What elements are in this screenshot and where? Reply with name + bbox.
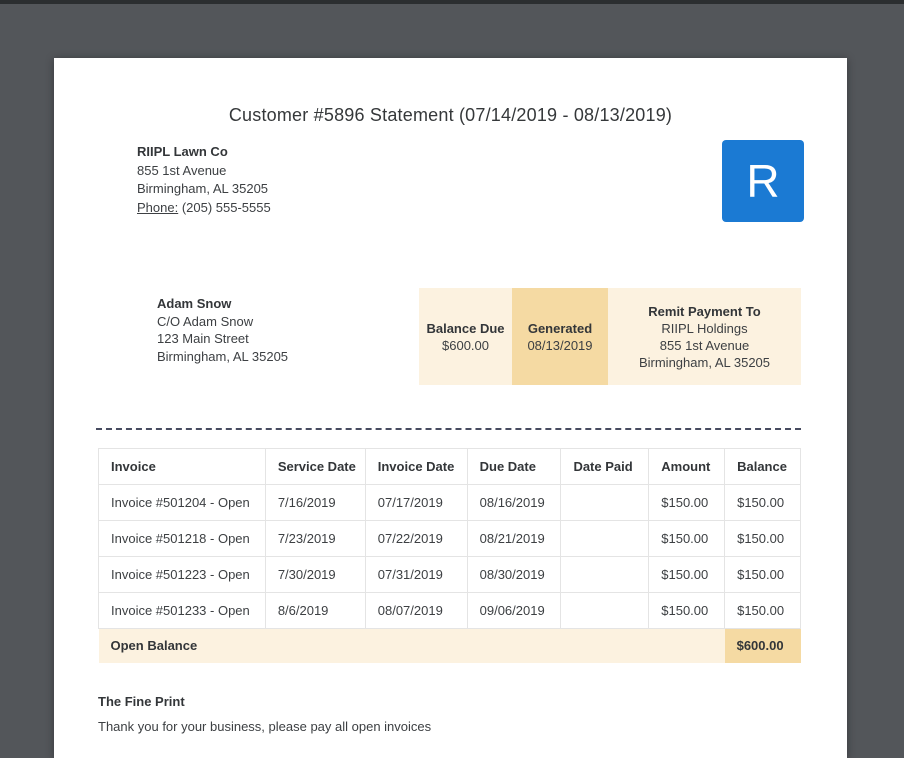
- open-balance-label: Open Balance: [98, 628, 725, 663]
- cell-invoice: Invoice #501223 - Open: [98, 556, 266, 593]
- cell-service-date: 7/23/2019: [264, 520, 366, 557]
- table-row: Invoice #501204 - Open 7/16/2019 07/17/2…: [98, 484, 801, 521]
- statement-page: Customer #5896 Statement (07/14/2019 - 0…: [54, 58, 847, 758]
- cell-balance: $150.00: [724, 556, 801, 593]
- company-phone-line: Phone: (205) 555-5555: [137, 199, 271, 218]
- open-balance-total: $600.00: [724, 628, 801, 663]
- cell-date-paid: [560, 520, 650, 557]
- cell-due-date: 08/16/2019: [466, 484, 562, 521]
- remit-payment-box: Remit Payment To RIIPL Holdings 855 1st …: [608, 288, 801, 385]
- cell-date-paid: [560, 484, 650, 521]
- column-header-balance: Balance: [724, 448, 801, 485]
- cell-invoice-date: 08/07/2019: [364, 592, 468, 629]
- cell-invoice-date: 07/22/2019: [364, 520, 468, 557]
- customer-care-of: C/O Adam Snow: [157, 313, 254, 329]
- cell-amount: $150.00: [648, 592, 726, 629]
- customer-address-block: Adam Snow C/O Adam Snow 123 Main Street …: [157, 295, 288, 365]
- company-address-line1: 855 1st Avenue: [137, 162, 227, 178]
- cell-amount: $150.00: [648, 556, 726, 593]
- balance-due-label: Balance Due: [426, 320, 505, 336]
- column-header-date-paid: Date Paid: [560, 448, 650, 485]
- generated-box: Generated 08/13/2019: [512, 288, 608, 385]
- balance-due-value: $600.00: [442, 337, 489, 353]
- cell-invoice: Invoice #501218 - Open: [98, 520, 266, 557]
- cell-balance: $150.00: [724, 484, 801, 521]
- cell-invoice-date: 07/17/2019: [364, 484, 468, 521]
- table-row: Invoice #501233 - Open 8/6/2019 08/07/20…: [98, 592, 801, 629]
- column-header-due-date: Due Date: [466, 448, 562, 485]
- remit-address-line2: Birmingham, AL 35205: [638, 354, 771, 370]
- cell-balance: $150.00: [724, 592, 801, 629]
- company-address-block: RIIPL Lawn Co 855 1st Avenue Birmingham,…: [137, 143, 271, 217]
- remit-label: Remit Payment To: [648, 303, 761, 319]
- remit-name: RIIPL Holdings: [661, 320, 748, 336]
- cell-invoice: Invoice #501233 - Open: [98, 592, 266, 629]
- cell-due-date: 08/30/2019: [466, 556, 562, 593]
- fine-print-text: Thank you for your business, please pay …: [98, 719, 432, 734]
- window-top-edge: [0, 0, 904, 4]
- column-header-invoice: Invoice: [98, 448, 266, 485]
- generated-label: Generated: [527, 320, 593, 336]
- company-address-line2: Birmingham, AL 35205: [137, 181, 269, 196]
- invoice-table: Invoice Service Date Invoice Date Due Da…: [98, 448, 801, 663]
- column-header-invoice-date: Invoice Date: [364, 448, 468, 485]
- page-title: Customer #5896 Statement (07/14/2019 - 0…: [228, 105, 673, 125]
- logo-letter-r: R: [746, 155, 780, 207]
- customer-name: Adam Snow: [157, 296, 232, 311]
- statement-summary: Balance Due $600.00 Generated 08/13/2019…: [419, 288, 801, 385]
- fine-print-heading: The Fine Print: [98, 694, 185, 709]
- phone-label: Phone:: [137, 199, 179, 215]
- open-balance-row: Open Balance $600.00: [98, 628, 801, 663]
- cell-due-date: 08/21/2019: [466, 520, 562, 557]
- cell-amount: $150.00: [648, 484, 726, 521]
- generated-date: 08/13/2019: [527, 337, 593, 353]
- cell-service-date: 7/16/2019: [264, 484, 366, 521]
- customer-address-line2: Birmingham, AL 35205: [157, 348, 289, 364]
- cell-invoice-date: 07/31/2019: [364, 556, 468, 593]
- column-header-service-date: Service Date: [264, 448, 366, 485]
- company-name: RIIPL Lawn Co: [137, 144, 228, 159]
- balance-due-box: Balance Due $600.00: [419, 288, 512, 385]
- cell-service-date: 8/6/2019: [264, 592, 366, 629]
- cell-balance: $150.00: [724, 520, 801, 557]
- cell-date-paid: [560, 592, 650, 629]
- customer-address-line1: 123 Main Street: [157, 331, 249, 346]
- column-header-amount: Amount: [648, 448, 726, 485]
- table-row: Invoice #501223 - Open 7/30/2019 07/31/2…: [98, 556, 801, 593]
- remit-address-line1: 855 1st Avenue: [659, 337, 750, 353]
- table-header-row: Invoice Service Date Invoice Date Due Da…: [98, 448, 801, 485]
- cell-service-date: 7/30/2019: [264, 556, 366, 593]
- cell-amount: $150.00: [648, 520, 726, 557]
- dashed-divider: [96, 428, 801, 430]
- cell-invoice: Invoice #501204 - Open: [98, 484, 266, 521]
- table-row: Invoice #501218 - Open 7/23/2019 07/22/2…: [98, 520, 801, 557]
- phone-number: (205) 555-5555: [181, 199, 271, 215]
- company-logo: R: [722, 140, 804, 222]
- cell-date-paid: [560, 556, 650, 593]
- cell-due-date: 09/06/2019: [466, 592, 562, 629]
